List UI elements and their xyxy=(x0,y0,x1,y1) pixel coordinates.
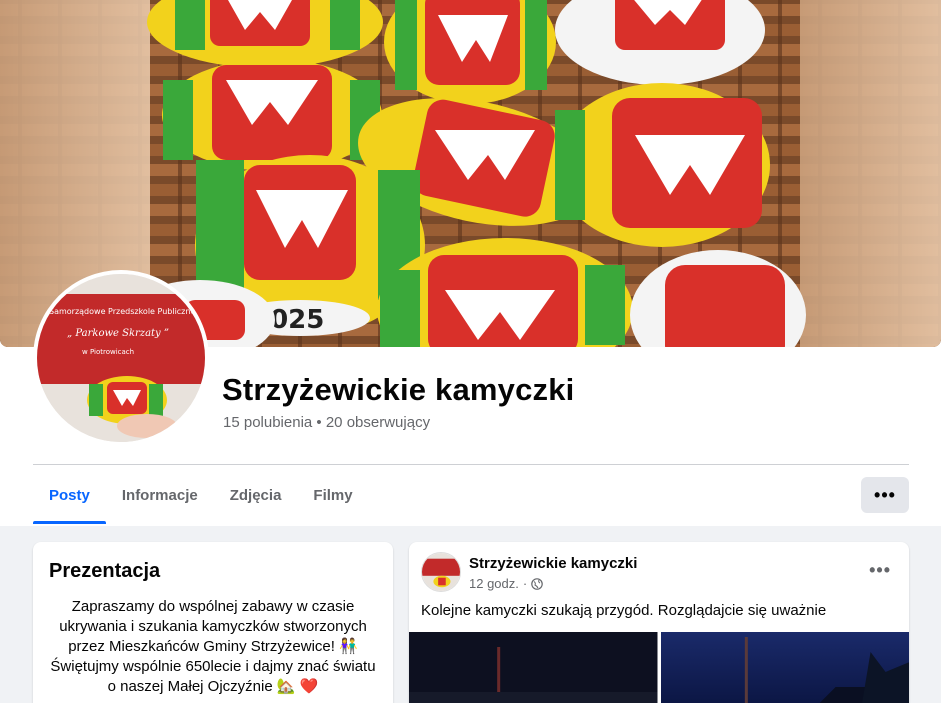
post-timestamp[interactable]: 12 godz. xyxy=(469,576,519,591)
header-divider xyxy=(33,464,909,465)
stats-separator: • xyxy=(312,414,326,431)
globe-icon xyxy=(531,577,544,590)
profile-picture[interactable]: Samorządowe Przedszkole Publiczne „ Park… xyxy=(33,270,209,446)
tab-videos[interactable]: Filmy xyxy=(297,466,368,524)
painted-stones-group: 2025 xyxy=(125,0,806,347)
followers-count[interactable]: 20 obserwujący xyxy=(326,414,430,431)
page-stats: 15 polubienia • 20 obserwujący xyxy=(223,414,430,431)
painted-stone xyxy=(384,0,556,104)
post-author-avatar[interactable] xyxy=(421,552,461,592)
tab-posts[interactable]: Posty xyxy=(33,466,106,524)
post-meta: 12 godz. · xyxy=(469,576,544,591)
painted-stone xyxy=(162,59,382,171)
tab-photos[interactable]: Zdjęcia xyxy=(214,466,298,524)
post-photo[interactable] xyxy=(660,632,909,703)
tab-about[interactable]: Informacje xyxy=(106,466,214,524)
meta-dot: · xyxy=(522,576,528,591)
avatar-sign-line2: „ Parkowe Skrzaty ” xyxy=(67,328,169,339)
post-text: Kolejne kamyczki szukają przygód. Rozglą… xyxy=(421,602,827,619)
intro-card: Prezentacja Zapraszamy do wspólnej zabaw… xyxy=(33,542,393,703)
post-options-button[interactable]: ••• xyxy=(869,560,891,581)
intro-text: Zapraszamy do wspólnej zabawy w czasie u… xyxy=(50,598,376,695)
page-tabs: Posty Informacje Zdjęcia Filmy xyxy=(33,466,369,524)
more-options-button[interactable]: ••• xyxy=(861,477,909,513)
post-card: Strzyżewickie kamyczki 12 godz. · ••• Ko… xyxy=(409,542,909,703)
post-author-name[interactable]: Strzyżewickie kamyczki xyxy=(469,555,637,572)
post-photos xyxy=(409,632,909,703)
avatar-sign-line1: Samorządowe Przedszkole Publiczne xyxy=(49,307,195,316)
likes-count[interactable]: 15 polubienia xyxy=(223,414,312,431)
page-title: Strzyżewickie kamyczki xyxy=(222,372,575,407)
avatar-sign-line3: w Piotrowicach xyxy=(82,348,134,356)
intro-title: Prezentacja xyxy=(49,560,161,582)
painted-stone xyxy=(554,83,770,247)
post-photo[interactable] xyxy=(409,632,658,703)
